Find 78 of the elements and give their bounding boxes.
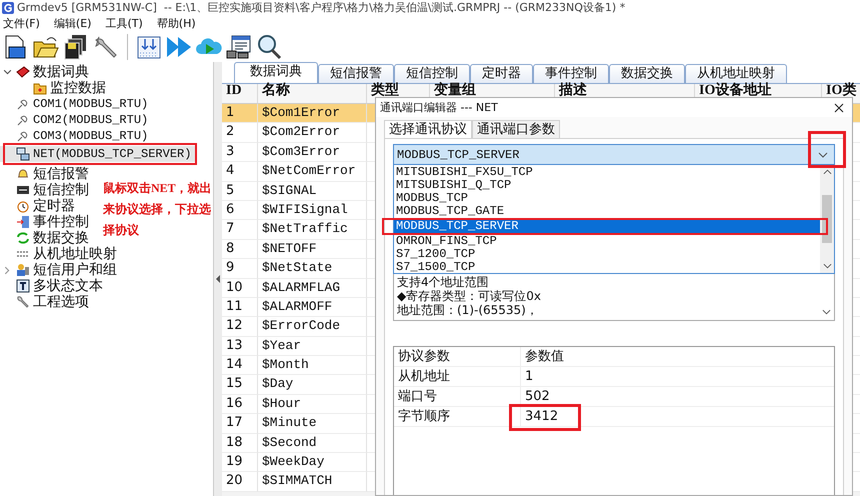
plug-icon bbox=[16, 129, 30, 143]
table-cell-text: 从机地址 bbox=[397, 369, 451, 384]
expand-chevron-icon[interactable] bbox=[3, 266, 12, 274]
tab[interactable]: 数据交换 bbox=[609, 64, 685, 83]
menu-item[interactable]: 帮助(H) bbox=[156, 16, 196, 30]
wrench-icon bbox=[16, 295, 30, 309]
stopwatch-icon bbox=[16, 199, 30, 213]
tree-item[interactable]: COM1(MODBUS_RTU) bbox=[0, 96, 152, 112]
computer-icon[interactable] bbox=[226, 34, 252, 60]
table-cell: $SIMMATCH bbox=[258, 472, 367, 492]
folder-icon bbox=[33, 81, 47, 95]
dropdown-option[interactable]: OMRON_FINS_TCP bbox=[394, 235, 820, 248]
table-cell[interactable]: 1 bbox=[521, 369, 538, 384]
close-icon[interactable] bbox=[834, 102, 844, 112]
collapse-chevron-icon[interactable] bbox=[3, 68, 12, 76]
tree-item[interactable]: 短信用户和组 bbox=[0, 262, 121, 278]
plug-icon bbox=[16, 113, 30, 127]
column-header: 协议参数 bbox=[397, 349, 451, 364]
search-icon[interactable] bbox=[256, 34, 282, 60]
chevron-down-icon[interactable] bbox=[822, 309, 831, 315]
scrollbar[interactable] bbox=[820, 165, 834, 273]
dropdown-option[interactable]: MODBUS_TCP_SERVER bbox=[394, 220, 820, 233]
tree-item[interactable]: 事件控制 bbox=[0, 214, 93, 230]
tab[interactable]: 短信报警 bbox=[318, 64, 394, 83]
tree-item[interactable]: COM3(MODBUS_RTU) bbox=[0, 128, 152, 144]
tree-item[interactable]: 短信控制 bbox=[0, 182, 93, 198]
description-line: 地址范围：(1)-(65535)， bbox=[397, 303, 539, 317]
tree-item[interactable]: 工程选项 bbox=[0, 294, 93, 310]
tree-item[interactable]: 从机地址映射 bbox=[0, 246, 121, 262]
tab[interactable]: 事件控制 bbox=[533, 64, 609, 83]
window-title: Grmdev5 [GRM531NW-C] -- E:\1、巨控实施项目资料\客户程序\格力\格力吴伯温\测试.GRMPRJ -- (GRM233NQ设备1) * bbox=[17, 0, 626, 15]
table-cell: 20 bbox=[222, 472, 258, 492]
tree-item[interactable]: 数据交换 bbox=[0, 230, 93, 246]
tree-item[interactable]: 多状态文本 bbox=[0, 278, 107, 294]
menu-item[interactable]: 工具(T) bbox=[105, 16, 143, 30]
collapse-arrow-icon[interactable] bbox=[216, 275, 220, 283]
column-header: 参数值 bbox=[524, 349, 565, 364]
description-line: 支持4个地址范围 bbox=[397, 275, 490, 289]
plug-icon bbox=[16, 97, 30, 111]
network-icon bbox=[16, 147, 30, 161]
highlight-frame bbox=[509, 404, 581, 431]
tab[interactable]: 短信控制 bbox=[394, 64, 470, 83]
menu-item[interactable]: 文件(F) bbox=[3, 16, 40, 30]
chevron-up-icon[interactable] bbox=[822, 169, 832, 175]
dropdown-option[interactable]: MODBUS_TCP_GATE bbox=[394, 205, 820, 218]
protocol-dropdown[interactable]: MODBUS_TCP_SERVER bbox=[393, 144, 835, 165]
table-cell-text: 端口号 bbox=[397, 389, 438, 404]
tree-item[interactable]: 定时器 bbox=[0, 198, 79, 214]
dropdown-option[interactable]: MITSUBISHI_FX5U_TCP bbox=[394, 166, 820, 179]
dropdown-option[interactable]: S7_1500_TCP bbox=[394, 261, 820, 274]
highlight-frame bbox=[808, 131, 846, 168]
dropdown-option[interactable]: MITSUBISHI_Q_TCP bbox=[394, 179, 820, 192]
dropdown-option[interactable]: MODBUS_TCP bbox=[394, 192, 820, 205]
table-cell[interactable]: 502 bbox=[521, 389, 554, 404]
tree-item[interactable]: NET(MODBUS_TCP_SERVER) bbox=[0, 146, 196, 162]
chevron-down-icon[interactable] bbox=[818, 152, 828, 158]
tree-item[interactable]: 短信报警 bbox=[0, 166, 93, 182]
floppy-disks-icon[interactable] bbox=[63, 34, 89, 60]
tree-item[interactable]: 数据词典 bbox=[0, 64, 93, 80]
keyboard-icon bbox=[16, 183, 30, 197]
tab[interactable]: 从机地址映射 bbox=[685, 64, 787, 83]
text-box-icon bbox=[16, 279, 30, 293]
tab[interactable]: 数据词典 bbox=[234, 62, 318, 83]
tab[interactable]: 选择通讯协议 bbox=[384, 120, 472, 138]
download-grid-icon[interactable] bbox=[136, 34, 162, 60]
tree-item[interactable]: 监控数据 bbox=[0, 80, 110, 96]
tree-item[interactable]: COM2(MODBUS_RTU) bbox=[0, 112, 152, 128]
dropdown-option[interactable]: S7_1200_TCP bbox=[394, 248, 820, 261]
description-line: ◆寄存器类型：可读写位0x bbox=[397, 289, 541, 303]
exchange-arrows-icon bbox=[16, 231, 30, 245]
chevron-down-icon[interactable] bbox=[822, 263, 832, 269]
menu-item[interactable]: 编辑(E) bbox=[54, 16, 92, 30]
table-cell-text: 字节顺序 bbox=[397, 409, 451, 424]
table-cell[interactable]: 3412 bbox=[521, 409, 562, 424]
annotation-note: 鼠标双击NET，就出来协议选择，下拉选择协议 bbox=[103, 180, 213, 239]
tab[interactable]: 通讯端口参数 bbox=[472, 120, 560, 138]
tab[interactable]: 定时器 bbox=[470, 64, 533, 83]
users-icon bbox=[16, 263, 30, 277]
